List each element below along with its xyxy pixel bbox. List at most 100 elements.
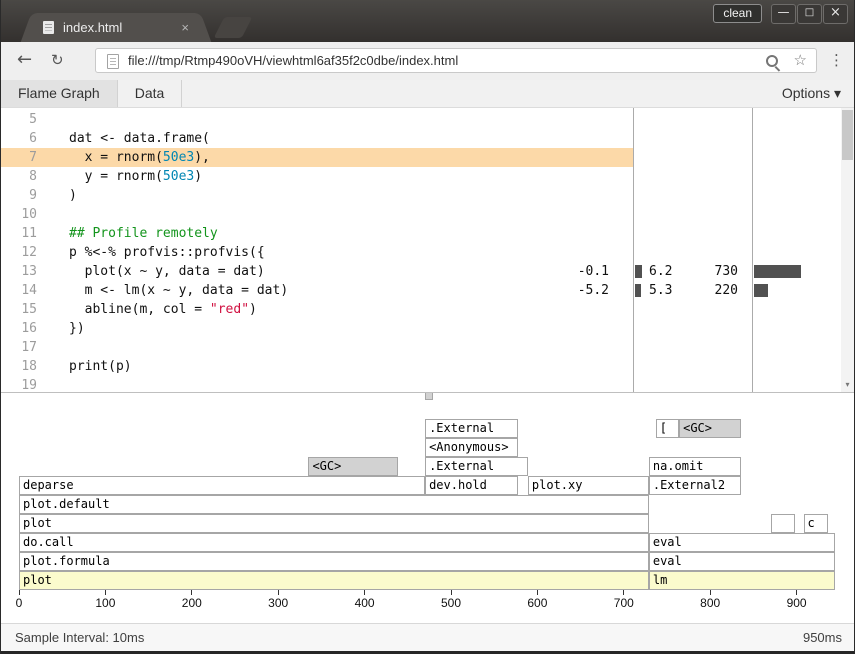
flame-block-<GC>[interactable]: <GC> <box>679 419 741 438</box>
code-line-5[interactable]: 5 <box>1 110 854 129</box>
axis-tick <box>191 590 192 595</box>
tab-flame-graph[interactable]: Flame Graph <box>1 80 118 107</box>
code-text: m <- lm(x ~ y, data = dat) <box>69 281 288 300</box>
flame-block-.External2[interactable]: .External2 <box>649 476 741 495</box>
flame-block-lm[interactable]: lm <box>649 571 836 590</box>
flame-block-na.omit[interactable]: na.omit <box>649 457 741 476</box>
menu-icon[interactable]: ⋮ <box>829 51 844 69</box>
flame-block-<GC>[interactable]: <GC> <box>308 457 398 476</box>
tab-close-icon[interactable]: × <box>181 20 189 35</box>
reload-icon[interactable]: ↻ <box>51 51 64 69</box>
code-line-9[interactable]: 9) <box>1 186 854 205</box>
flame-block[interactable] <box>771 514 795 533</box>
bookmark-star-icon[interactable]: ☆ <box>794 51 807 69</box>
back-icon[interactable]: ← <box>17 49 32 70</box>
time-axis: 0100200300400500600700800900 <box>1 590 854 616</box>
browser-tab[interactable]: index.html × <box>35 13 197 42</box>
code-text: abline(m, col = "red") <box>69 300 257 319</box>
time-value: 730 <box>692 262 738 281</box>
scroll-down-icon[interactable]: ▾ <box>841 379 854 391</box>
code-line-16[interactable]: 16}) <box>1 319 854 338</box>
code-lines: 56dat <- data.frame(7 x = rnorm(50e3),8 … <box>1 110 854 392</box>
flame-block-eval[interactable]: eval <box>649 552 836 571</box>
line-number: 19 <box>1 376 37 392</box>
flame-block-plot.formula[interactable]: plot.formula <box>19 552 649 571</box>
line-number: 14 <box>1 281 37 300</box>
maximize-icon: □ <box>805 7 814 18</box>
code-text: ## Profile remotely <box>69 224 218 243</box>
axis-tick <box>105 590 106 595</box>
flame-block-.External[interactable]: .External <box>425 457 528 476</box>
window-titlebar: index.html × clean — □ × <box>1 0 854 43</box>
code-line-18[interactable]: 18print(p) <box>1 357 854 376</box>
address-bar[interactable]: file:///tmp/Rtmp490oVH/viewhtml6af35f2c0… <box>95 48 817 73</box>
page-favicon-icon <box>43 21 54 34</box>
axis-tick-label: 400 <box>345 596 385 610</box>
axis-tick-label: 100 <box>85 596 125 610</box>
memory-column-divider <box>633 108 634 392</box>
options-button[interactable]: Options ▾ <box>782 80 854 107</box>
code-line-11[interactable]: 11 ## Profile remotely <box>1 224 854 243</box>
code-line-14[interactable]: 14 m <- lm(x ~ y, data = dat)-5.25.3220 <box>1 281 854 300</box>
status-bar: Sample Interval: 10ms 950ms <box>1 623 854 651</box>
line-number: 5 <box>1 110 37 129</box>
code-line-19[interactable]: 19 <box>1 376 854 392</box>
line-number: 13 <box>1 262 37 281</box>
line-number: 16 <box>1 319 37 338</box>
code-line-13[interactable]: 13 plot(x ~ y, data = dat)-0.16.2730 <box>1 262 854 281</box>
flame-block-eval[interactable]: eval <box>649 533 836 552</box>
axis-tick-label: 500 <box>431 596 471 610</box>
code-text: x = rnorm(50e3), <box>69 148 210 167</box>
line-number: 12 <box>1 243 37 262</box>
flame-block-[[interactable]: [ <box>656 419 679 438</box>
time-value: 220 <box>692 281 738 300</box>
code-text: ) <box>69 186 77 205</box>
code-line-10[interactable]: 10 <box>1 205 854 224</box>
axis-tick <box>451 590 452 595</box>
flame-block-c[interactable]: c <box>804 514 828 533</box>
flame-block-deparse[interactable]: deparse <box>19 476 425 495</box>
scrollbar[interactable]: ▾ <box>841 108 854 392</box>
tab-data[interactable]: Data <box>118 80 183 107</box>
clean-badge: clean <box>713 4 762 23</box>
flame-block-plot[interactable]: plot <box>19 571 649 590</box>
new-tab-button[interactable] <box>214 17 253 38</box>
window-close-button[interactable]: × <box>823 4 848 24</box>
code-line-15[interactable]: 15 abline(m, col = "red") <box>1 300 854 319</box>
code-text: }) <box>69 319 85 338</box>
maximize-button[interactable]: □ <box>797 4 822 24</box>
memory-dealloc-value: -5.2 <box>553 281 609 300</box>
axis-tick <box>623 590 624 595</box>
flame-block[interactable] <box>425 393 433 400</box>
minimize-button[interactable]: — <box>771 4 796 24</box>
flame-block-plot[interactable]: plot <box>19 514 649 533</box>
browser-window: index.html × clean — □ × ← ↻ file:///tmp… <box>0 0 855 654</box>
flame-block-.External[interactable]: .External <box>425 419 518 438</box>
flame-block-plot.xy[interactable]: plot.xy <box>528 476 649 495</box>
time-bar <box>754 265 801 278</box>
flame-block-do.call[interactable]: do.call <box>19 533 649 552</box>
close-icon: × <box>830 5 841 20</box>
time-column-divider <box>752 108 753 392</box>
total-time-label: 950ms <box>803 624 842 651</box>
zoom-icon[interactable] <box>766 55 778 67</box>
axis-tick <box>19 590 20 595</box>
axis-tick-label: 300 <box>258 596 298 610</box>
flame-block-plot.default[interactable]: plot.default <box>19 495 649 514</box>
line-number: 15 <box>1 300 37 319</box>
browser-toolbar: ← ↻ file:///tmp/Rtmp490oVH/viewhtml6af35… <box>1 42 854 81</box>
axis-tick <box>537 590 538 595</box>
caret-down-icon: ▾ <box>834 85 841 101</box>
flame-block-<Anonymous>[interactable]: <Anonymous> <box>425 438 518 457</box>
code-line-8[interactable]: 8 y = rnorm(50e3) <box>1 167 854 186</box>
scrollbar-thumb[interactable] <box>842 110 853 160</box>
code-line-12[interactable]: 12p %<-% profvis::profvis({ <box>1 243 854 262</box>
line-number: 17 <box>1 338 37 357</box>
code-line-7[interactable]: 7 x = rnorm(50e3), <box>1 148 854 167</box>
url-text: file:///tmp/Rtmp490oVH/viewhtml6af35f2c0… <box>128 53 458 68</box>
code-line-6[interactable]: 6dat <- data.frame( <box>1 129 854 148</box>
line-number: 10 <box>1 205 37 224</box>
code-line-17[interactable]: 17 <box>1 338 854 357</box>
line-number: 11 <box>1 224 37 243</box>
flame-block-dev.hold[interactable]: dev.hold <box>425 476 518 495</box>
